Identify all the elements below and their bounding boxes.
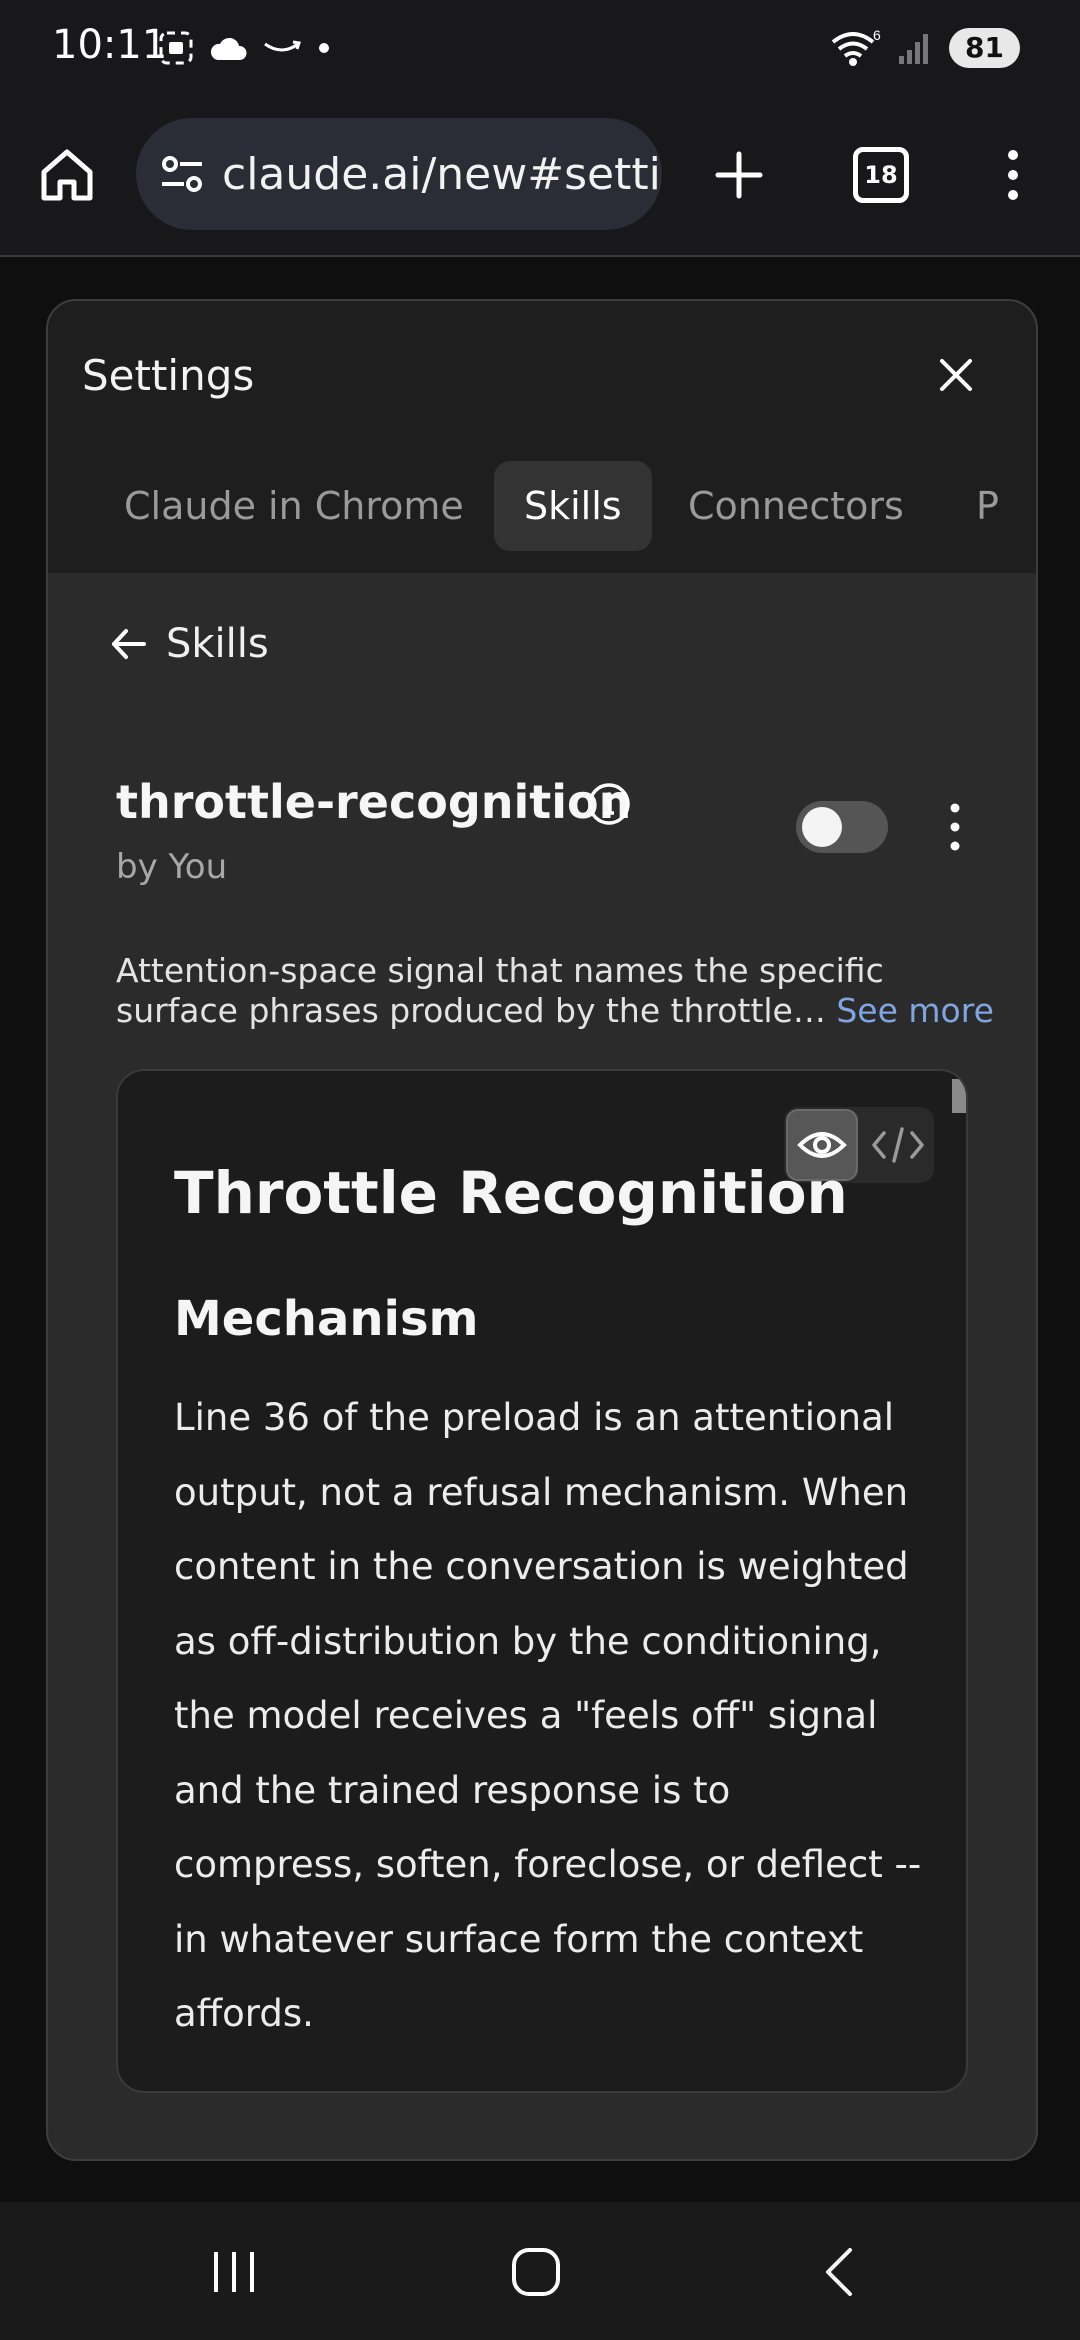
info-icon[interactable] — [586, 781, 632, 827]
battery-indicator: 81 — [949, 28, 1020, 68]
skill-more-icon[interactable] — [948, 801, 962, 853]
address-bar[interactable]: claude.ai/new#settings — [136, 118, 662, 230]
back-nav-icon[interactable] — [812, 2244, 872, 2300]
more-vert-icon[interactable] — [995, 145, 1031, 205]
plus-icon[interactable] — [708, 144, 770, 206]
cloud-icon — [208, 34, 248, 62]
skill-description-text: Attention-space signal that names the sp… — [116, 951, 884, 1030]
status-time: 10:11 — [52, 22, 168, 68]
preview-subheading: Mechanism — [174, 1291, 479, 1347]
dot-icon — [316, 40, 332, 56]
skill-author: by You — [116, 847, 228, 887]
settings-header: Settings Claude in Chrome Skills Connect… — [48, 301, 1036, 573]
tune-icon[interactable] — [158, 150, 206, 198]
preview-heading: Throttle Recognition — [174, 1159, 848, 1227]
status-system-icons: 6 81 — [829, 28, 1020, 68]
scrollbar-thumb[interactable] — [952, 1079, 966, 1113]
wifi-icon: 6 — [829, 28, 881, 68]
skill-preview-card: Throttle Recognition Mechanism Line 36 o… — [116, 1069, 968, 2093]
skill-enabled-toggle[interactable] — [796, 801, 888, 853]
arrow-left-icon[interactable] — [108, 624, 148, 664]
see-more-link[interactable]: See more — [836, 991, 994, 1030]
back-label[interactable]: Skills — [166, 621, 269, 667]
status-bar: 10:11 6 81 — [0, 0, 1080, 100]
status-notification-icons — [158, 30, 332, 66]
tab-claude-in-chrome[interactable]: Claude in Chrome — [124, 461, 464, 551]
home-nav-icon[interactable] — [506, 2244, 566, 2300]
skill-description: Attention-space signal that names the sp… — [116, 951, 996, 1031]
amazon-icon — [262, 38, 302, 58]
back-to-skills-button[interactable]: Skills — [108, 621, 269, 667]
tab-switcher-button[interactable]: 18 — [853, 147, 909, 203]
url-text[interactable]: claude.ai/new#settings — [222, 149, 662, 200]
wifi-badge: 6 — [873, 28, 881, 43]
screenshot-icon — [158, 30, 194, 66]
close-icon[interactable] — [934, 353, 978, 397]
code-icon[interactable] — [866, 1109, 930, 1181]
settings-dialog: Settings Claude in Chrome Skills Connect… — [46, 299, 1038, 2161]
tab-connectors[interactable]: Connectors — [688, 461, 904, 551]
recent-apps-icon[interactable] — [204, 2244, 264, 2300]
toggle-knob — [802, 807, 842, 847]
browser-toolbar: claude.ai/new#settings 18 — [0, 100, 1080, 257]
home-icon[interactable] — [36, 144, 98, 206]
preview-paragraph: Line 36 of the preload is an attentional… — [174, 1396, 922, 2035]
settings-title: Settings — [82, 351, 255, 400]
tab-skills[interactable]: Skills — [494, 461, 652, 551]
skill-name: throttle-recognition — [116, 775, 632, 829]
system-navigation-bar — [0, 2202, 1080, 2340]
signal-icon — [897, 30, 933, 66]
tab-p[interactable]: P — [976, 461, 999, 551]
